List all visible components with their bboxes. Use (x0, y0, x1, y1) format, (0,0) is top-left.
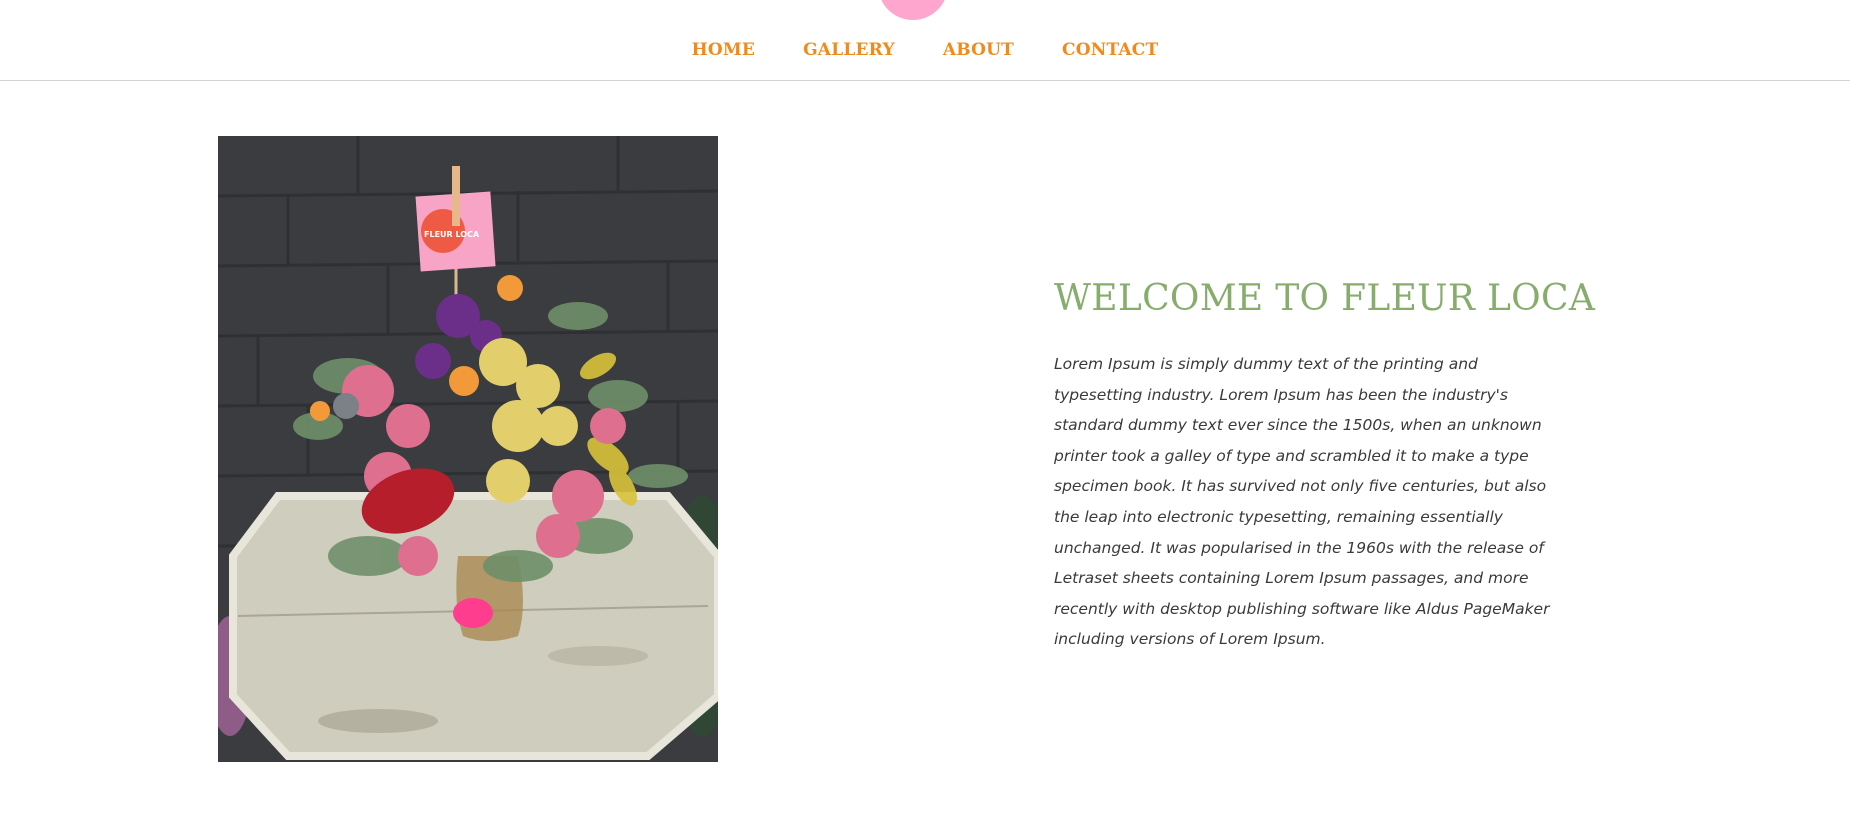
bouquet-illustration: FLEUR LOCA (218, 136, 718, 762)
site-header: HOME GALLERY ABOUT CONTACT (0, 0, 1850, 81)
nav-gallery-link[interactable]: GALLERY (803, 40, 895, 60)
nav-home-link[interactable]: HOME (692, 40, 755, 60)
tag-text: FLEUR LOCA (424, 230, 480, 239)
main-nav: HOME GALLERY ABOUT CONTACT (0, 40, 1850, 60)
nav-contact-link[interactable]: CONTACT (1062, 40, 1158, 60)
flower-bouquet-image: FLEUR LOCA (218, 136, 718, 762)
nav-about-link[interactable]: ABOUT (943, 40, 1014, 60)
welcome-heading: WELCOME TO FLEUR LOCA (1054, 278, 1596, 319)
welcome-section: WELCOME TO FLEUR LOCA Lorem Ipsum is sim… (1054, 278, 1596, 655)
welcome-paragraph: Lorem Ipsum is simply dummy text of the … (1054, 355, 1550, 649)
logo[interactable] (878, 0, 948, 20)
